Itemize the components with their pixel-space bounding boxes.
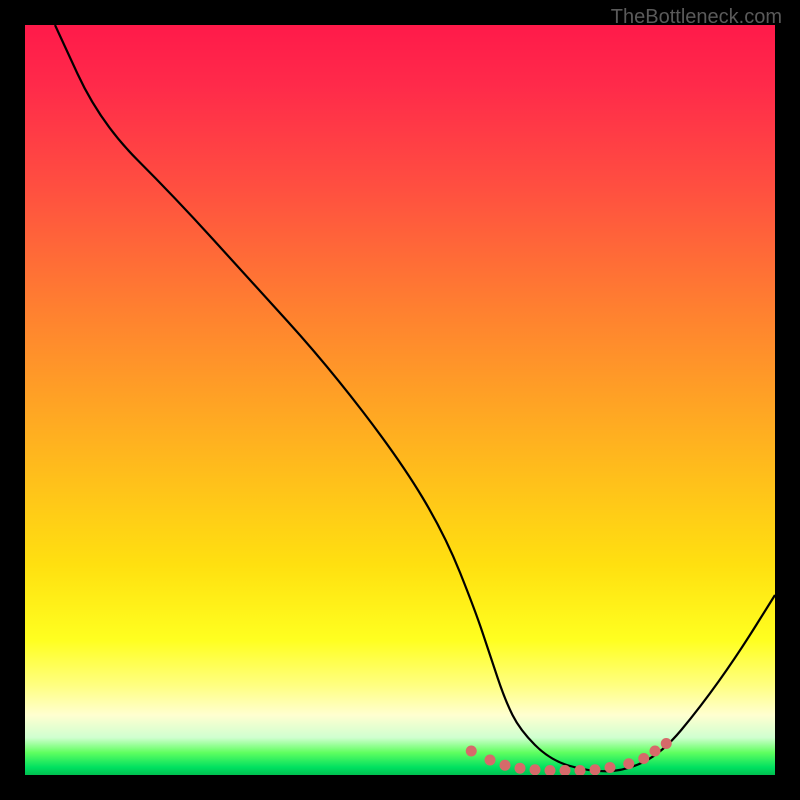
annotation-dot [500,760,511,771]
annotation-dot [466,746,477,757]
annotation-dot [623,758,634,769]
annotation-dot [545,765,556,775]
annotation-dot [638,753,649,764]
plot-area [25,25,775,775]
dots-layer [25,25,775,775]
annotation-dots [466,738,672,775]
annotation-dot [485,755,496,766]
annotation-dot [590,764,601,775]
annotation-dot [530,764,541,775]
annotation-dot [575,765,586,775]
annotation-dot [515,763,526,774]
annotation-dot [560,765,571,775]
annotation-dot [661,738,672,749]
annotation-dot [605,762,616,773]
annotation-dot [650,746,661,757]
chart-container: TheBottleneck.com [0,0,800,800]
